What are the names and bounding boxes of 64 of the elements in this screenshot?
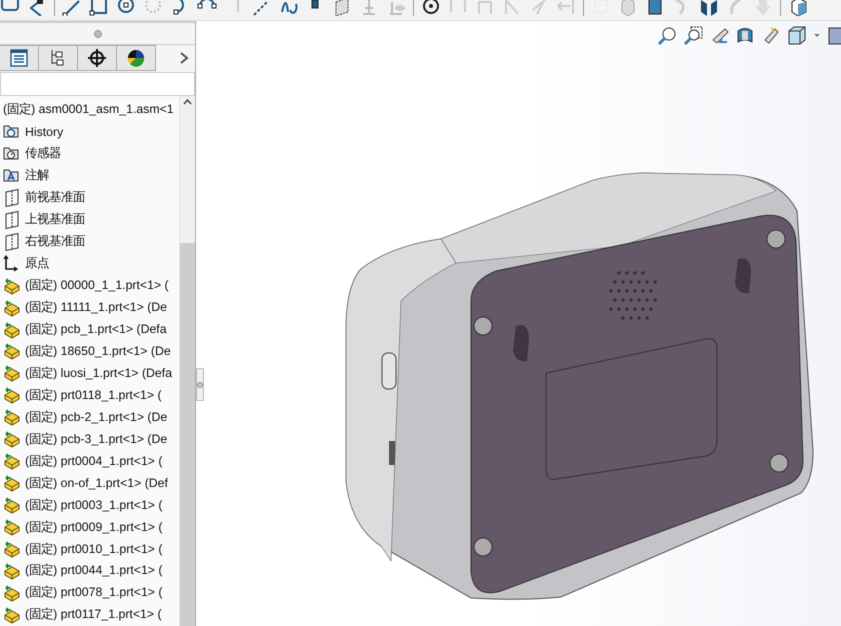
zoom-to-area-icon[interactable] <box>683 26 703 46</box>
configuration-manager-icon <box>86 48 108 68</box>
chevron-right-icon[interactable] <box>179 52 189 64</box>
property-manager-tab[interactable] <box>39 45 78 71</box>
part-icon <box>3 298 21 317</box>
book-icon[interactable] <box>699 0 719 16</box>
part-icon <box>3 430 21 448</box>
tree-item[interactable]: (固定) on-of_1.prt<1> (Def <box>25 474 168 492</box>
tree-item[interactable]: (固定) prt0003_1.prt<1> ( <box>25 496 162 514</box>
part-icon <box>3 408 21 426</box>
part-icon <box>3 342 21 360</box>
scrollbar[interactable] <box>179 96 195 626</box>
tree-item[interactable]: (固定) 18650_1.prt<1> (De <box>25 342 171 360</box>
plane-icon <box>3 210 21 229</box>
part-icon <box>3 518 21 536</box>
part-icon <box>3 386 21 404</box>
part-icon <box>3 474 21 492</box>
tree-item[interactable]: (固定) pcb-3_1.prt<1> (De <box>25 430 168 448</box>
plane-icon <box>3 188 21 207</box>
part-icon <box>3 540 21 558</box>
part-icon <box>3 496 21 514</box>
tree-item[interactable]: (固定) prt0078_1.prt<1> ( <box>25 584 162 602</box>
tree-item[interactable]: (固定) pcb-2_1.prt<1> (De <box>25 408 168 426</box>
filter-field[interactable] <box>0 72 195 96</box>
tree-item[interactable]: 右视基准面 <box>25 233 85 250</box>
part-icon <box>3 562 21 580</box>
tree-item[interactable]: (固定) asm0001_asm_1.asm<1 <box>3 101 174 118</box>
tree-item[interactable]: (固定) 11111_1.prt<1> (De <box>25 299 168 316</box>
line-icon[interactable] <box>62 0 82 16</box>
part-icon <box>3 452 21 470</box>
tree-item[interactable]: History <box>25 124 64 139</box>
part-icon <box>3 276 21 295</box>
tree-item[interactable]: 注解 <box>25 167 49 184</box>
tree-item[interactable]: (固定) prt0044_1.prt<1> ( <box>25 562 162 580</box>
view-orientation-icon[interactable] <box>787 26 807 46</box>
tree-item[interactable]: (固定) prt0118_1.prt<1> ( <box>25 386 162 404</box>
part-icon <box>3 364 21 382</box>
tree-item[interactable]: (固定) prt0117_1.prt<1> ( <box>25 606 162 624</box>
tree-item[interactable]: 传感器 <box>25 145 61 162</box>
tree-item[interactable]: (固定) luosi_1.prt<1> (Defa <box>25 364 172 382</box>
scrollbar-thumb[interactable] <box>180 243 195 626</box>
spline-icon[interactable] <box>278 0 298 16</box>
configuration-manager-tab[interactable] <box>78 45 117 71</box>
tree-item[interactable]: 前视基准面 <box>25 189 85 206</box>
tree-item[interactable]: 原点 <box>25 255 49 272</box>
part-icon <box>3 320 21 338</box>
plane-icon <box>3 232 21 251</box>
caret-up-icon[interactable] <box>183 99 192 105</box>
panel-splitter[interactable] <box>196 368 204 401</box>
tree-item[interactable]: 上视基准面 <box>25 211 85 228</box>
tree-item[interactable]: (固定) 00000_1_1.prt<1> ( <box>25 277 169 294</box>
tree-item[interactable]: (固定) pcb_1.prt<1> (Defa <box>25 321 167 338</box>
feature-tree-tab[interactable] <box>0 45 39 71</box>
appearance-icon <box>125 48 147 68</box>
part-icon <box>3 606 21 624</box>
part-icon <box>3 584 21 602</box>
tree-item[interactable]: (固定) prt0009_1.prt<1> ( <box>25 518 162 536</box>
feature-tree-icon <box>8 48 30 68</box>
tree-item[interactable]: (固定) prt0004_1.prt<1> ( <box>25 452 162 470</box>
appearance-tab[interactable] <box>117 45 156 71</box>
collapse-handle-icon[interactable] <box>197 382 203 388</box>
tree-item[interactable]: (固定) prt0010_1.prt<1> ( <box>25 540 162 558</box>
panel-grip-handle[interactable] <box>94 30 102 38</box>
zoom-to-fit-icon[interactable] <box>657 26 677 46</box>
